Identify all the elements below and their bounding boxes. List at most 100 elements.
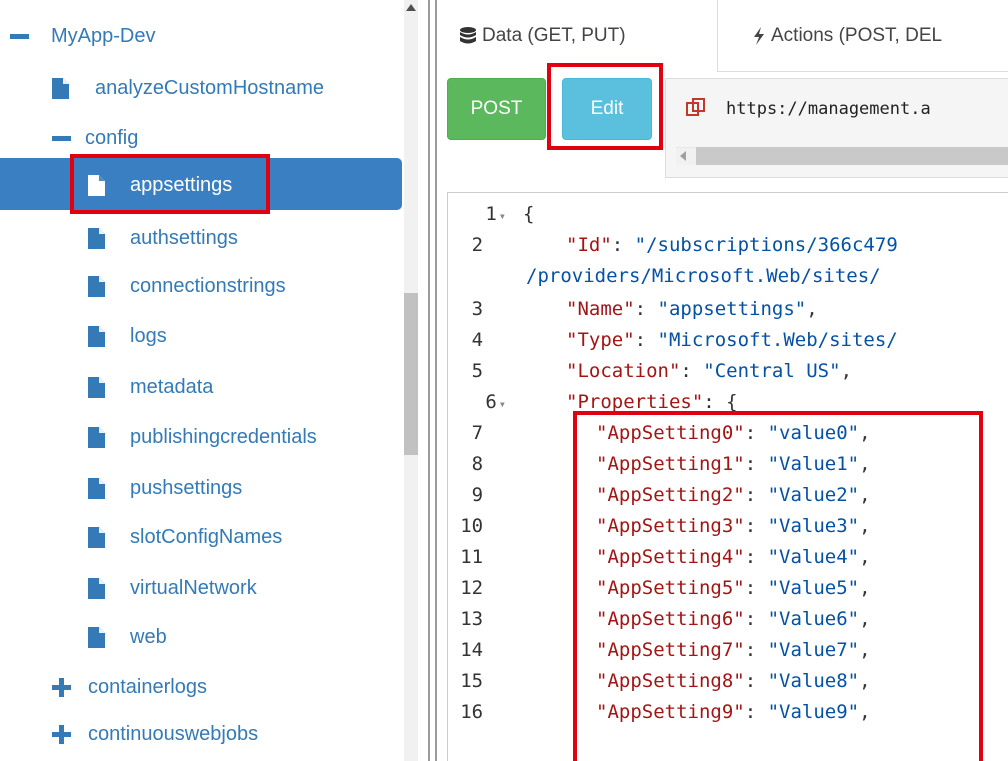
tree-item-label: appsettings [130, 174, 233, 196]
line-number: 10 [460, 515, 484, 537]
post-button-label: POST [470, 98, 523, 119]
fold-arrow-icon[interactable]: ▾ [499, 209, 506, 223]
code-line-wrapped: /providers/Microsoft.Web/sites/ [526, 265, 881, 287]
file-icon [88, 626, 105, 648]
code-line: "AppSetting7": "Value7", [596, 639, 871, 661]
tree-item-label: logs [130, 325, 167, 347]
tree-item-label: config [85, 127, 139, 149]
bolt-icon [754, 27, 764, 45]
line-number: 1 ▾ [485, 203, 506, 225]
request-url[interactable]: https://management.a [726, 99, 931, 119]
minus-icon[interactable] [10, 33, 29, 39]
tree-item-connectionstrings[interactable]: connectionstrings [88, 274, 286, 298]
panel-splitter[interactable] [428, 0, 437, 761]
tree-item-label: containerlogs [88, 676, 207, 698]
tab-data[interactable]: Data (GET, PUT) [442, 0, 718, 72]
tree-item-label: continuouswebjobs [88, 723, 259, 745]
tree-item-pushsettings[interactable]: pushsettings [88, 476, 242, 500]
line-number: 5 [471, 360, 484, 382]
code-line: "AppSetting2": "Value2", [596, 484, 871, 506]
tree-item-web[interactable]: web [88, 625, 167, 649]
line-number: 9 [471, 484, 484, 506]
file-icon [88, 174, 105, 196]
line-number: 15 [460, 670, 484, 692]
tree-item-label: analyzeCustomHostname [95, 77, 324, 99]
url-scrollbar-thumb[interactable] [696, 147, 1008, 165]
code-line: "AppSetting4": "Value4", [596, 546, 871, 568]
tree-item-metadata[interactable]: metadata [88, 375, 213, 399]
code-line: "Location": "Central US", [566, 360, 853, 382]
tree-item-logs[interactable]: logs [88, 324, 167, 348]
copy-icon[interactable] [686, 97, 706, 122]
line-number: 7 [471, 422, 484, 444]
line-number: 14 [460, 639, 484, 661]
code-line: "AppSetting8": "Value8", [596, 670, 871, 692]
code-line: "AppSetting6": "Value6", [596, 608, 871, 630]
tree-item-analyzecustomhostname[interactable]: analyzeCustomHostname [52, 76, 324, 100]
tree-item-slotconfignames[interactable]: slotConfigNames [88, 525, 282, 549]
tree-item-authsettings[interactable]: authsettings [88, 226, 238, 250]
file-icon [88, 426, 105, 448]
code-line: "AppSetting5": "Value5", [596, 577, 871, 599]
file-icon [88, 477, 105, 499]
line-number: 2 [471, 234, 484, 256]
scroll-up-arrow-icon[interactable] [406, 4, 416, 11]
code-line: "Type": "Microsoft.Web/sites/ [566, 329, 898, 351]
tree-item-label: publishingcredentials [130, 426, 317, 448]
url-bar[interactable]: https://management.a [665, 78, 1008, 178]
line-number: 4 [471, 329, 484, 351]
fold-arrow-icon[interactable]: ▾ [499, 397, 506, 411]
edit-button-label: Edit [590, 98, 624, 119]
plus-icon[interactable] [52, 724, 71, 744]
tree-item-continuouswebjobs[interactable]: continuouswebjobs [52, 722, 258, 746]
tree-scrollbar-thumb[interactable] [404, 293, 418, 455]
line-number: 6 ▾ [485, 391, 506, 413]
line-number: 12 [460, 577, 484, 599]
line-number: 16 [460, 701, 484, 723]
resource-detail-panel: Data (GET, PUT) Actions (POST, DEL POST … [437, 0, 1008, 761]
code-line: "Name": "appsettings", [566, 298, 818, 320]
tree-item-label: metadata [130, 376, 214, 398]
tree-item-label: virtualNetwork [130, 577, 257, 599]
tree-item-appsettings[interactable]: appsettings [88, 173, 232, 197]
file-icon [88, 275, 105, 297]
line-number: 8 [471, 453, 484, 475]
code-line: "Properties": { [566, 391, 738, 413]
file-icon [52, 77, 69, 99]
code-line: "AppSetting9": "Value9", [596, 701, 871, 723]
tree-item-label: slotConfigNames [130, 526, 283, 548]
file-icon [88, 577, 105, 599]
file-icon [88, 227, 105, 249]
tree-item-label: connectionstrings [130, 275, 286, 297]
code-line: "AppSetting3": "Value3", [596, 515, 871, 537]
tree-item-label: authsettings [130, 227, 238, 249]
tree-item-config[interactable]: config [52, 126, 138, 150]
tree-item-label: web [130, 626, 167, 648]
file-icon [88, 325, 105, 347]
tree-item-label: MyApp-Dev [51, 25, 156, 47]
line-number: 13 [460, 608, 484, 630]
file-icon [88, 376, 105, 398]
line-number: 11 [460, 546, 484, 568]
resource-tree: MyApp-Dev analyzeCustomHostname config a… [0, 0, 418, 761]
post-button[interactable]: POST [447, 78, 546, 140]
code-line: "AppSetting0": "value0", [596, 422, 871, 444]
tab-actions-label: Actions (POST, DEL [771, 25, 943, 46]
code-line: "Id": "/subscriptions/366c479 [566, 234, 898, 256]
file-icon [88, 526, 105, 548]
tree-item-publishingcredentials[interactable]: publishingcredentials [88, 425, 317, 449]
scroll-left-arrow-icon[interactable] [680, 151, 686, 161]
line-number: 3 [471, 298, 484, 320]
tree-item-myapp-dev[interactable]: MyApp-Dev [10, 24, 155, 48]
plus-icon[interactable] [52, 677, 71, 697]
tree-item-label: pushsettings [130, 477, 243, 499]
tab-data-label: Data (GET, PUT) [482, 25, 626, 46]
tree-item-containerlogs[interactable]: containerlogs [52, 675, 207, 699]
tab-actions[interactable]: Actions (POST, DEL [733, 0, 1008, 72]
tree-item-virtualnetwork[interactable]: virtualNetwork [88, 576, 257, 600]
database-icon [460, 27, 476, 44]
minus-icon[interactable] [52, 135, 71, 141]
json-editor[interactable]: 1 ▾ { 2 "Id": "/subscriptions/366c479 /pr… [447, 192, 1008, 761]
edit-button[interactable]: Edit [562, 78, 652, 140]
code-line: { [523, 203, 535, 225]
